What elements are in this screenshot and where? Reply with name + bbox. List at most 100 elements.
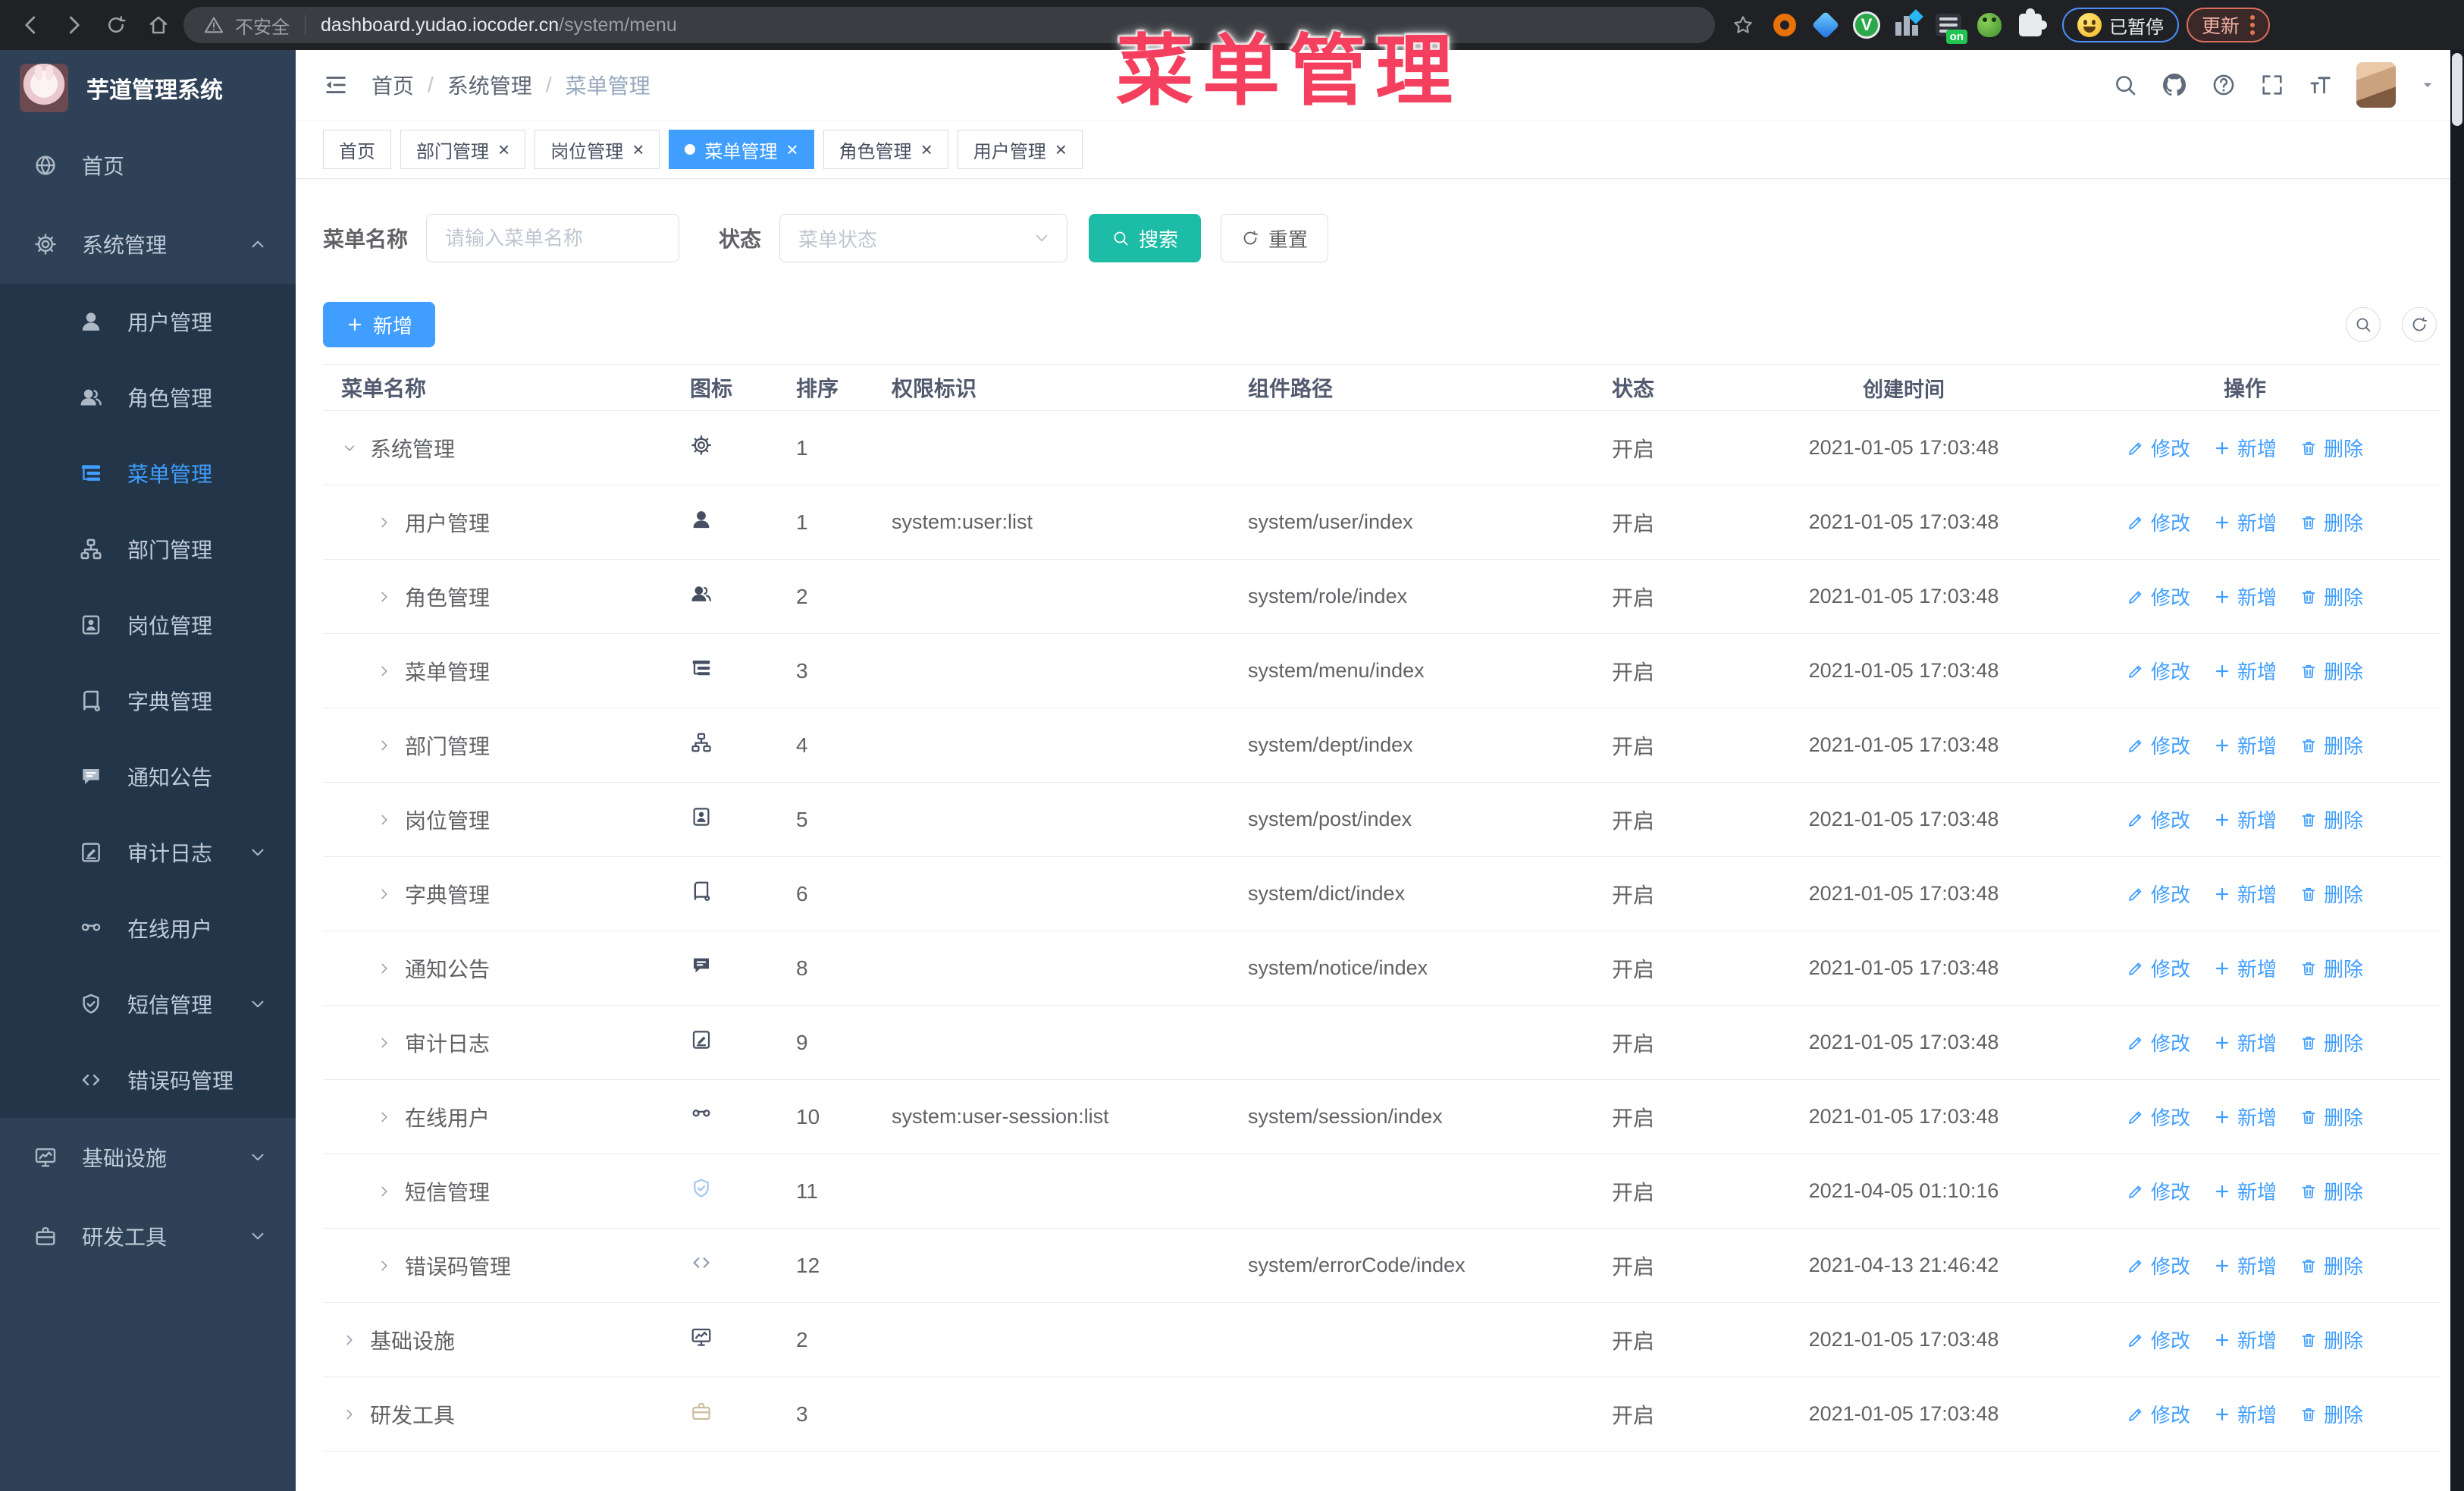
- add-button[interactable]: 新增: [323, 302, 435, 347]
- app-logo[interactable]: 芋道管理系统: [0, 50, 296, 126]
- row-expand-arrow-icon[interactable]: [376, 737, 393, 754]
- edit-link[interactable]: 修改: [2127, 805, 2190, 833]
- tab-部门管理[interactable]: 部门管理 ×: [400, 130, 526, 169]
- address-bar[interactable]: 不安全 dashboard.yudao.iocoder.cn/system/me…: [183, 7, 1715, 43]
- refresh-table-button[interactable]: [2402, 307, 2437, 342]
- edit-link[interactable]: 修改: [2127, 880, 2190, 908]
- tab-用户管理[interactable]: 用户管理 ×: [957, 130, 1083, 169]
- help-icon[interactable]: [2211, 72, 2237, 98]
- add-child-link[interactable]: 新增: [2213, 1251, 2277, 1279]
- add-child-link[interactable]: 新增: [2213, 1400, 2277, 1428]
- delete-link[interactable]: 删除: [2299, 434, 2363, 462]
- row-expand-arrow-icon[interactable]: [341, 1406, 358, 1423]
- close-icon[interactable]: ×: [498, 140, 509, 159]
- add-child-link[interactable]: 新增: [2213, 582, 2277, 611]
- tab-菜单管理[interactable]: 菜单管理 ×: [669, 130, 814, 169]
- edit-link[interactable]: 修改: [2127, 1251, 2190, 1279]
- delete-link[interactable]: 删除: [2299, 1326, 2363, 1354]
- sidebar-item-短信管理[interactable]: 短信管理: [0, 966, 296, 1042]
- edit-link[interactable]: 修改: [2127, 582, 2190, 611]
- delete-link[interactable]: 删除: [2299, 1251, 2363, 1279]
- page-scrollbar[interactable]: [2450, 50, 2464, 1491]
- show-search-button[interactable]: [2346, 307, 2381, 342]
- browser-back-button[interactable]: [14, 8, 49, 42]
- edit-link[interactable]: 修改: [2127, 657, 2190, 685]
- delete-link[interactable]: 删除: [2299, 508, 2363, 536]
- search-icon[interactable]: [2112, 72, 2138, 98]
- row-expand-arrow-icon[interactable]: [376, 663, 393, 680]
- row-expand-arrow-icon[interactable]: [341, 440, 358, 457]
- browser-update-button[interactable]: 更新: [2187, 8, 2271, 42]
- sidebar-item-菜单管理[interactable]: 菜单管理: [0, 435, 296, 511]
- delete-link[interactable]: 删除: [2299, 1177, 2363, 1205]
- edit-link[interactable]: 修改: [2127, 1028, 2190, 1056]
- row-expand-arrow-icon[interactable]: [341, 1332, 358, 1348]
- add-child-link[interactable]: 新增: [2213, 657, 2277, 685]
- sidebar-item-系统管理[interactable]: 系统管理: [0, 205, 296, 284]
- search-button[interactable]: 搜索: [1089, 214, 1202, 262]
- add-child-link[interactable]: 新增: [2213, 954, 2277, 982]
- edit-link[interactable]: 修改: [2127, 434, 2190, 462]
- github-icon[interactable]: [2161, 71, 2188, 99]
- close-icon[interactable]: ×: [1055, 140, 1067, 159]
- delete-link[interactable]: 删除: [2299, 1028, 2363, 1056]
- sidebar-item-在线用户[interactable]: 在线用户: [0, 890, 296, 966]
- delete-link[interactable]: 删除: [2299, 954, 2363, 982]
- breadcrumb-item-系统管理[interactable]: 系统管理: [447, 70, 532, 100]
- breadcrumb-item-首页[interactable]: 首页: [371, 70, 414, 100]
- delete-link[interactable]: 删除: [2299, 657, 2363, 685]
- sidebar-item-部门管理[interactable]: 部门管理: [0, 511, 296, 587]
- row-expand-arrow-icon[interactable]: [376, 1034, 393, 1051]
- row-expand-arrow-icon[interactable]: [376, 514, 393, 531]
- add-child-link[interactable]: 新增: [2213, 434, 2277, 462]
- add-child-link[interactable]: 新增: [2213, 508, 2277, 536]
- sidebar-item-通知公告[interactable]: 通知公告: [0, 739, 296, 815]
- add-child-link[interactable]: 新增: [2213, 1028, 2277, 1056]
- sidebar-item-审计日志[interactable]: 审计日志: [0, 815, 296, 890]
- row-expand-arrow-icon[interactable]: [376, 960, 393, 977]
- delete-link[interactable]: 删除: [2299, 880, 2363, 908]
- row-expand-arrow-icon[interactable]: [376, 886, 393, 902]
- browser-reload-button[interactable]: [99, 8, 133, 42]
- edit-link[interactable]: 修改: [2127, 1177, 2190, 1205]
- close-icon[interactable]: ×: [786, 140, 798, 159]
- font-size-icon[interactable]: [2308, 72, 2334, 98]
- row-expand-arrow-icon[interactable]: [376, 1257, 393, 1274]
- menu-name-input[interactable]: [426, 214, 680, 262]
- edit-link[interactable]: 修改: [2127, 1326, 2190, 1354]
- add-child-link[interactable]: 新增: [2213, 1103, 2277, 1131]
- sidebar-item-字典管理[interactable]: 字典管理: [0, 663, 296, 739]
- edit-link[interactable]: 修改: [2127, 954, 2190, 982]
- delete-link[interactable]: 删除: [2299, 1400, 2363, 1428]
- delete-link[interactable]: 删除: [2299, 1103, 2363, 1131]
- extension-green-check-icon[interactable]: V: [1850, 8, 1883, 42]
- browser-menu-icon[interactable]: [2250, 15, 2256, 35]
- edit-link[interactable]: 修改: [2127, 731, 2190, 759]
- row-expand-arrow-icon[interactable]: [376, 1109, 393, 1125]
- edit-link[interactable]: 修改: [2127, 1400, 2190, 1428]
- user-avatar[interactable]: [2356, 62, 2396, 108]
- sidebar-item-岗位管理[interactable]: 岗位管理: [0, 587, 296, 663]
- add-child-link[interactable]: 新增: [2213, 731, 2277, 759]
- delete-link[interactable]: 删除: [2299, 731, 2363, 759]
- bookmark-star-button[interactable]: [1726, 8, 1760, 42]
- sidebar-item-研发工具[interactable]: 研发工具: [0, 1197, 296, 1276]
- browser-home-button[interactable]: [141, 8, 176, 42]
- edit-link[interactable]: 修改: [2127, 508, 2190, 536]
- delete-link[interactable]: 删除: [2299, 805, 2363, 833]
- tab-岗位管理[interactable]: 岗位管理 ×: [534, 130, 660, 169]
- add-child-link[interactable]: 新增: [2213, 880, 2277, 908]
- add-child-link[interactable]: 新增: [2213, 805, 2277, 833]
- extensions-puzzle-icon[interactable]: [2014, 8, 2047, 42]
- sidebar-item-首页[interactable]: 首页: [0, 126, 296, 205]
- sidebar-item-基础设施[interactable]: 基础设施: [0, 1118, 296, 1197]
- scrollbar-thumb[interactable]: [2452, 53, 2462, 126]
- sidebar-item-用户管理[interactable]: 用户管理: [0, 284, 296, 359]
- hamburger-icon[interactable]: [323, 72, 349, 98]
- extension-frog-icon[interactable]: [1973, 8, 2006, 42]
- sidebar-item-角色管理[interactable]: 角色管理: [0, 359, 296, 435]
- close-icon[interactable]: ×: [921, 140, 933, 159]
- extension-orange-donut-icon[interactable]: [1768, 8, 1801, 42]
- add-child-link[interactable]: 新增: [2213, 1177, 2277, 1205]
- close-icon[interactable]: ×: [632, 140, 644, 159]
